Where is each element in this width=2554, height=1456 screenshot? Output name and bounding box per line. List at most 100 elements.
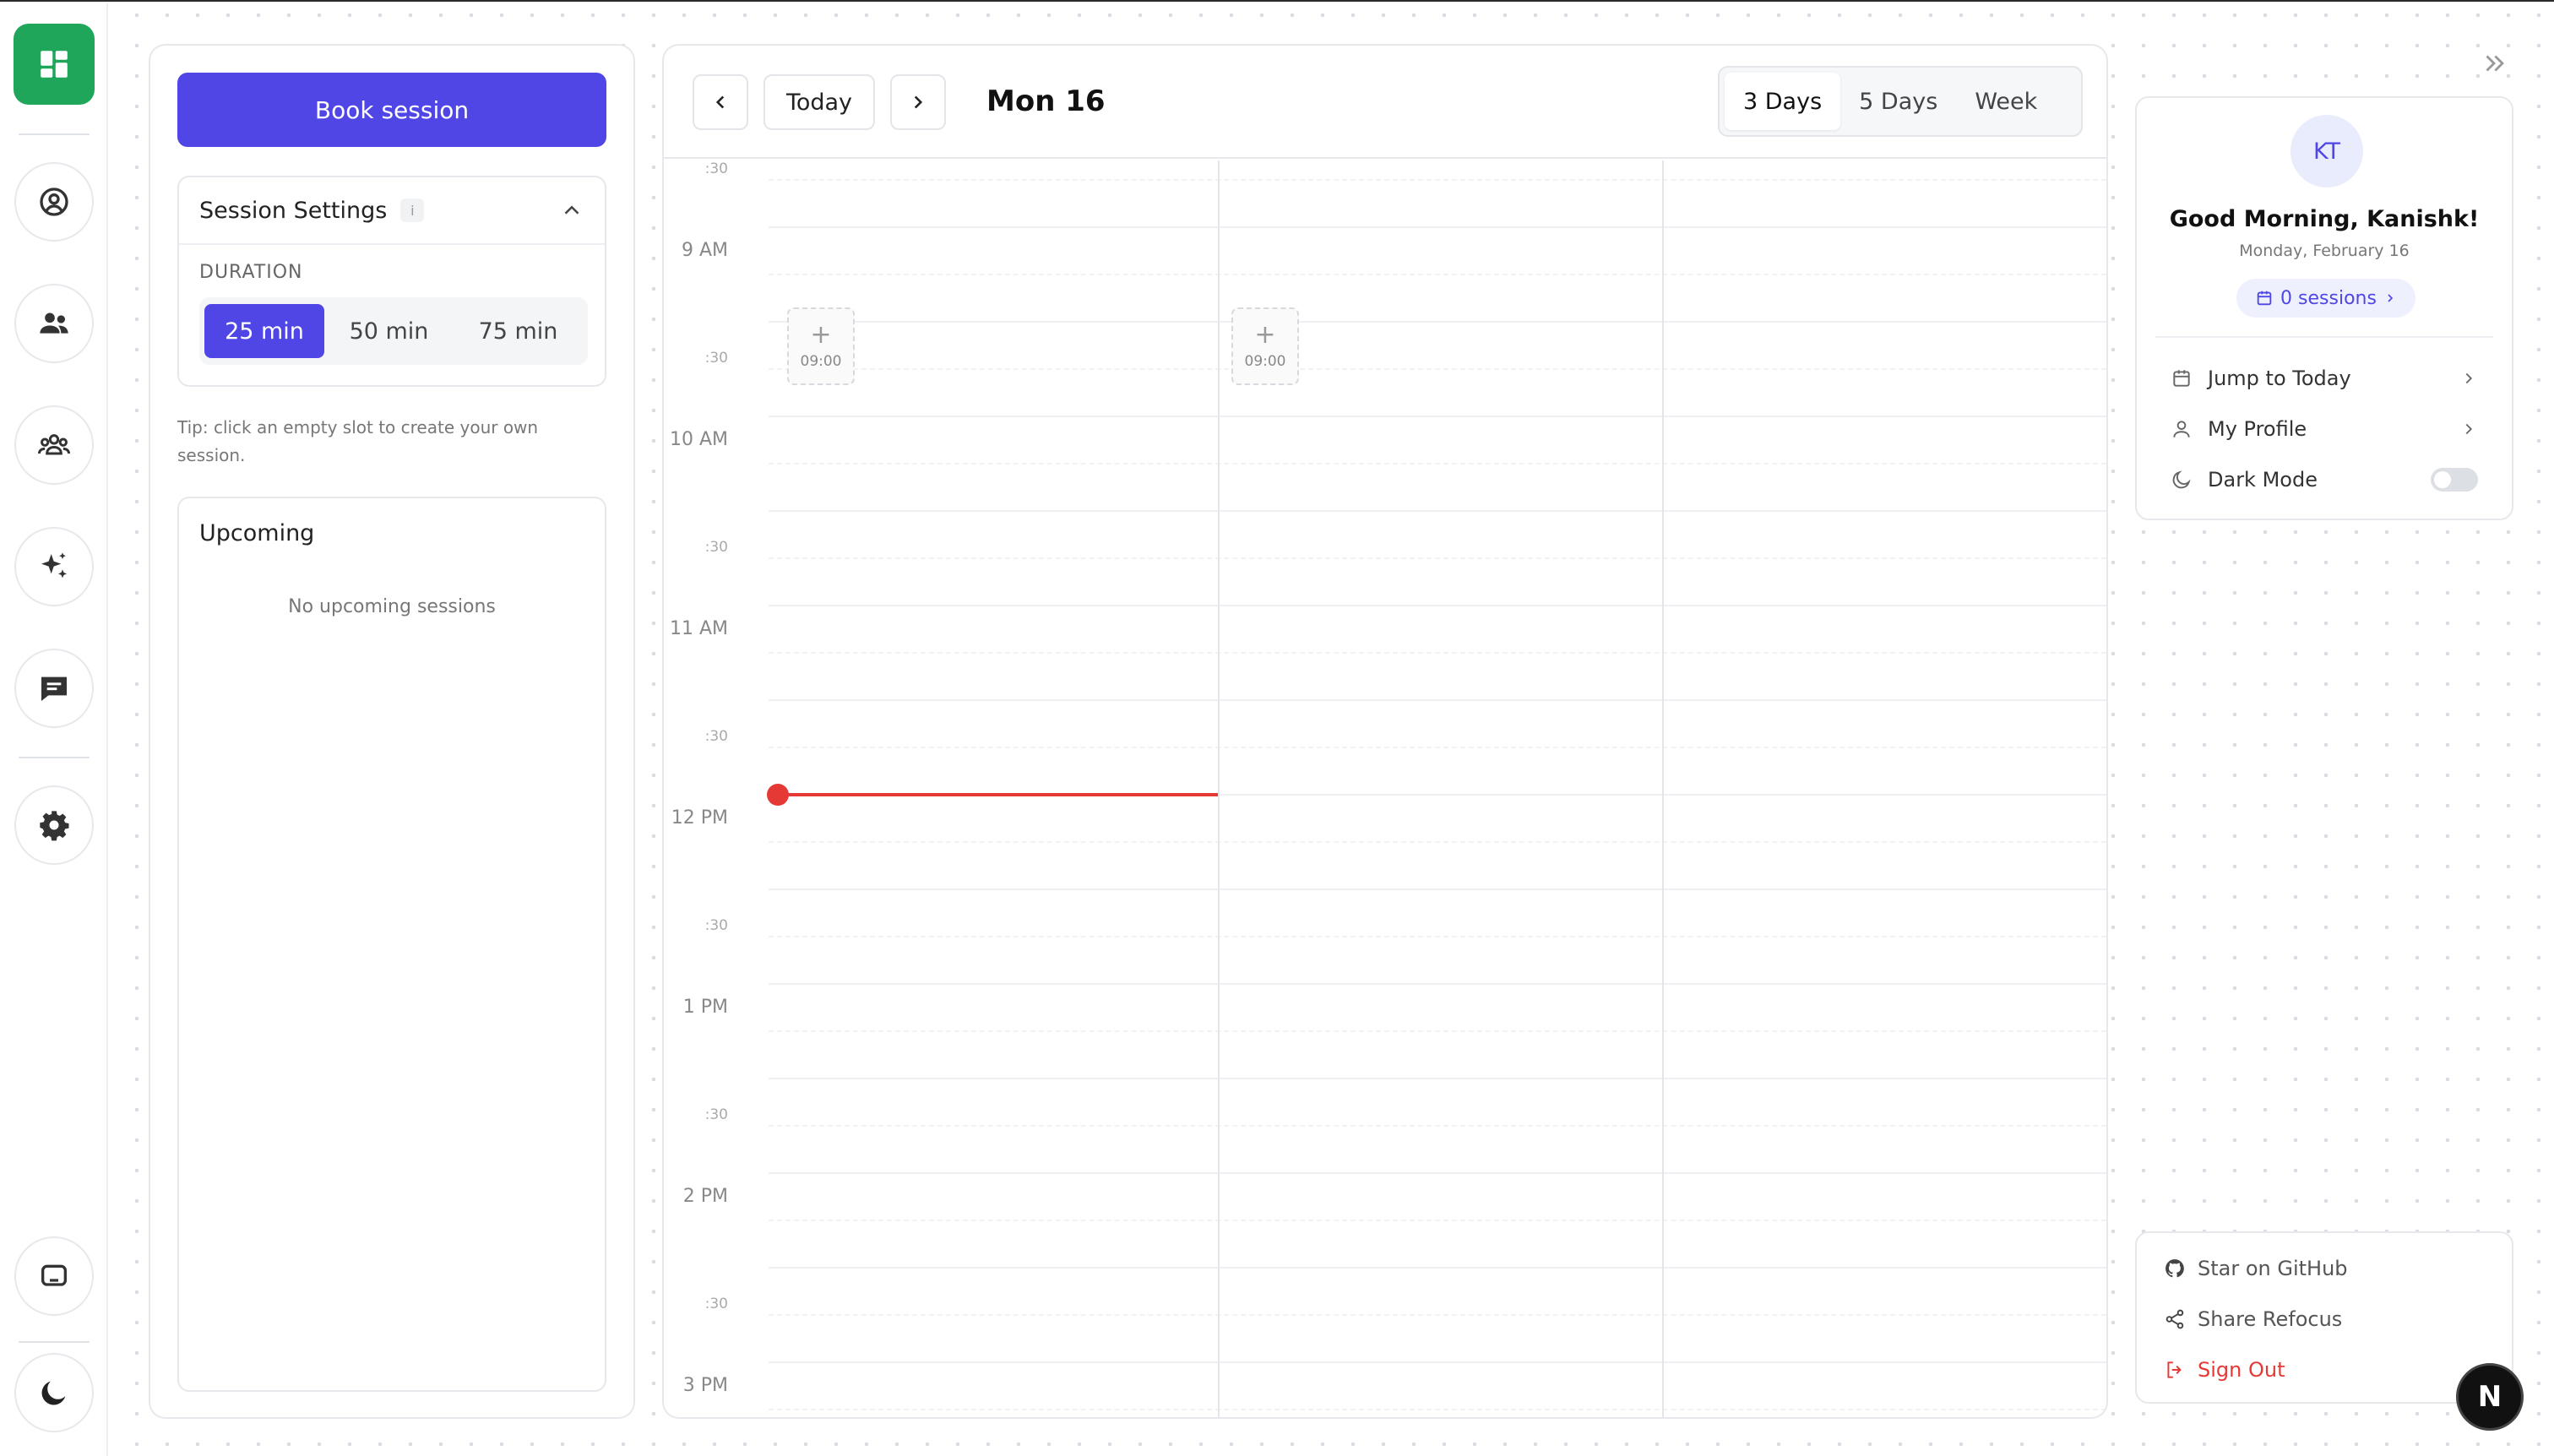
avatar[interactable]: KT xyxy=(2290,115,2363,187)
icon-rail xyxy=(0,3,108,1456)
prev-button[interactable] xyxy=(693,74,748,130)
feedback-nav-button[interactable] xyxy=(14,1236,94,1316)
time-label: 1 PM xyxy=(682,997,728,1018)
duration-option-75[interactable]: 75 min xyxy=(454,304,583,358)
share-link[interactable]: Share Refocus xyxy=(2164,1302,2485,1336)
grid-line xyxy=(769,747,2106,748)
grid-line xyxy=(769,1361,2106,1363)
grid-line xyxy=(769,1314,2106,1316)
share-icon xyxy=(2165,1309,2184,1329)
upcoming-empty-text: No upcoming sessions xyxy=(288,596,496,617)
chevron-right-icon xyxy=(914,95,923,109)
grid-line xyxy=(769,652,2106,654)
book-session-button[interactable]: Book session xyxy=(177,73,606,147)
dark-mode-item: Dark Mode xyxy=(2171,461,2478,498)
time-label: 11 AM xyxy=(669,618,728,639)
greeting-text: Good Morning, Kanishk! xyxy=(2169,206,2480,232)
time-label: 9 AM xyxy=(681,240,728,261)
today-button[interactable]: Today xyxy=(763,74,875,130)
empty-slot[interactable]: + 09:00 xyxy=(787,307,855,385)
dashboard-icon xyxy=(41,51,68,78)
session-settings-header[interactable]: Session Settings i xyxy=(179,177,605,245)
sessions-count-text: 0 sessions xyxy=(2280,287,2377,309)
links-card: Star on GitHub Share Refocus Sign Out xyxy=(2135,1231,2513,1404)
upcoming-card: Upcoming No upcoming sessions xyxy=(177,497,606,1392)
user-icon xyxy=(2173,421,2190,437)
theme-toggle-button[interactable] xyxy=(14,1353,94,1432)
jump-to-today-item[interactable]: Jump to Today xyxy=(2171,360,2478,397)
grid-line xyxy=(769,1409,2106,1410)
chevron-right-icon xyxy=(2465,423,2473,435)
time-label: :30 xyxy=(704,539,728,556)
grid-line xyxy=(769,1125,2106,1127)
sign-out-link[interactable]: Sign Out xyxy=(2164,1353,2485,1387)
chevrons-right-icon[interactable] xyxy=(2480,49,2508,78)
user-circle-icon xyxy=(40,187,68,216)
greeting-date: Monday, February 16 xyxy=(2239,242,2410,260)
duration-selector: 25 min 50 min 75 min xyxy=(199,297,588,365)
grid-line xyxy=(769,1220,2106,1221)
profile-nav-button[interactable] xyxy=(14,162,94,242)
day-column-divider xyxy=(1662,160,1664,1417)
plus-icon: + xyxy=(810,320,832,350)
duration-option-25[interactable]: 25 min xyxy=(204,304,324,358)
grid-line xyxy=(769,274,2106,275)
tip-text: Tip: click an empty slot to create your … xyxy=(177,417,539,465)
nextjs-dev-badge[interactable]: N xyxy=(2456,1363,2524,1431)
session-panel: Book session Session Settings i DURATION… xyxy=(149,44,635,1419)
time-label: 3 PM xyxy=(682,1375,728,1396)
duration-option-50[interactable]: 50 min xyxy=(324,304,454,358)
chevron-left-icon xyxy=(715,95,725,109)
share-label: Share Refocus xyxy=(2198,1307,2343,1331)
dashboard-button[interactable] xyxy=(14,24,95,105)
chevron-right-icon xyxy=(2388,294,2394,302)
groups-nav-button[interactable] xyxy=(14,405,94,485)
moon-icon xyxy=(41,1381,66,1405)
gear-icon xyxy=(40,811,69,841)
day-column-divider xyxy=(1218,160,1220,1417)
calendar: Today Mon 16 3 Days 5 Days Week:30 9 AM… xyxy=(662,44,2108,1419)
view-3-days[interactable]: 3 Days xyxy=(1725,73,1841,130)
dark-mode-toggle[interactable] xyxy=(2431,468,2478,492)
grid-line xyxy=(769,321,2106,323)
group-icon xyxy=(38,434,70,455)
chat-icon xyxy=(41,676,67,701)
time-label: :30 xyxy=(704,350,728,367)
calendar-date-title: Mon 16 xyxy=(986,84,1106,118)
settings-nav-button[interactable] xyxy=(14,785,94,865)
view-5-days[interactable]: 5 Days xyxy=(1840,73,1956,130)
users-icon xyxy=(40,312,68,334)
my-profile-item[interactable]: My Profile xyxy=(2171,410,2478,448)
session-settings-title: Session Settings xyxy=(199,197,388,224)
calendar-grid: :30 9 AM :30 10 AM :30 11 AM :30 12 PM :… xyxy=(664,160,2106,1417)
upcoming-title: Upcoming xyxy=(199,520,315,546)
slot-time: 09:00 xyxy=(800,353,842,370)
sparkles-icon xyxy=(41,552,67,579)
chevron-right-icon xyxy=(2465,372,2473,384)
grid-line xyxy=(769,463,2106,465)
grid-line xyxy=(769,888,2106,890)
ai-nav-button[interactable] xyxy=(14,527,94,606)
grid-line xyxy=(769,841,2106,843)
sessions-count-badge[interactable]: 0 sessions xyxy=(2236,279,2415,318)
slot-time: 09:00 xyxy=(1244,353,1286,370)
current-time-line xyxy=(777,793,1218,796)
plus-icon: + xyxy=(1254,320,1276,350)
grid-line xyxy=(769,983,2106,985)
next-button[interactable] xyxy=(890,74,946,130)
profile-card: KT Good Morning, Kanishk! Monday, Februa… xyxy=(2135,96,2513,520)
jump-to-today-label: Jump to Today xyxy=(2208,367,2351,390)
grid-line xyxy=(769,699,2106,701)
moon-icon xyxy=(2172,470,2191,489)
star-github-link[interactable]: Star on GitHub xyxy=(2164,1252,2485,1285)
chevron-up-icon[interactable] xyxy=(559,198,584,223)
empty-slot[interactable]: + 09:00 xyxy=(1231,307,1299,385)
grid-line xyxy=(769,1030,2106,1032)
grid-line xyxy=(769,416,2106,417)
time-label: 12 PM xyxy=(671,807,728,829)
info-icon[interactable]: i xyxy=(400,198,425,222)
messages-nav-button[interactable] xyxy=(14,649,94,728)
view-week[interactable]: Week xyxy=(1956,73,2056,130)
rail-divider xyxy=(19,757,90,758)
friends-nav-button[interactable] xyxy=(14,284,94,363)
